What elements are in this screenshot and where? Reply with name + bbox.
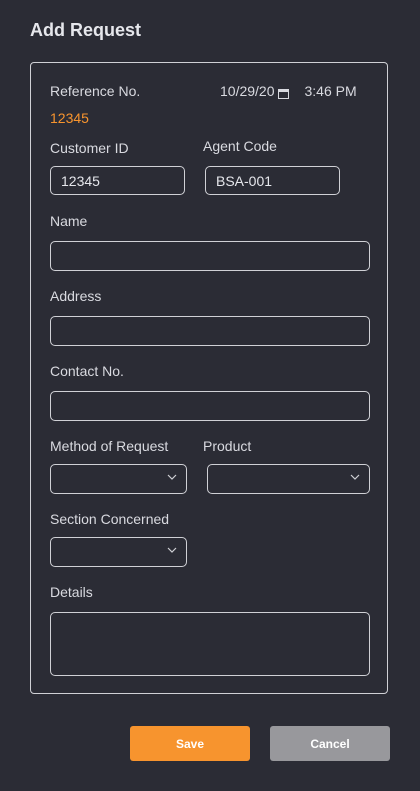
request-form-panel: Reference No. 10/29/20 3:46 PM 12345 Cus… [30,62,388,694]
agent-code-label: Agent Code [203,138,277,154]
customer-id-label: Customer ID [50,140,129,156]
save-button[interactable]: Save [130,726,250,761]
request-date: 10/29/20 [220,83,275,99]
name-field[interactable] [50,241,370,271]
cancel-button[interactable]: Cancel [270,726,390,761]
address-label: Address [50,288,102,304]
contact-no-field[interactable] [50,391,370,421]
customer-id-field[interactable] [50,166,185,195]
calendar-icon[interactable] [277,86,289,99]
request-time: 3:46 PM [304,83,357,99]
chevron-down-icon [167,474,177,480]
agent-code-field[interactable] [205,166,340,195]
details-field[interactable] [50,612,370,676]
date-time-group: 10/29/20 3:46 PM [220,83,357,99]
chevron-down-icon [350,474,360,480]
address-field[interactable] [50,316,370,346]
name-label: Name [50,213,88,229]
product-label: Product [203,438,252,454]
product-select[interactable] [207,464,370,494]
chevron-down-icon [167,547,177,553]
section-concerned-select[interactable] [50,537,187,567]
reference-number: 12345 [50,110,89,126]
details-label: Details [50,584,93,600]
contact-no-label: Contact No. [50,363,124,379]
section-concerned-label: Section Concerned [50,511,170,527]
method-of-request-select[interactable] [50,464,187,494]
add-request-dialog: Add Request Reference No. 10/29/20 3:46 … [0,0,420,791]
dialog-title: Add Request [30,20,142,40]
method-of-request-label: Method of Request [50,438,169,454]
reference-label: Reference No. [50,83,141,99]
